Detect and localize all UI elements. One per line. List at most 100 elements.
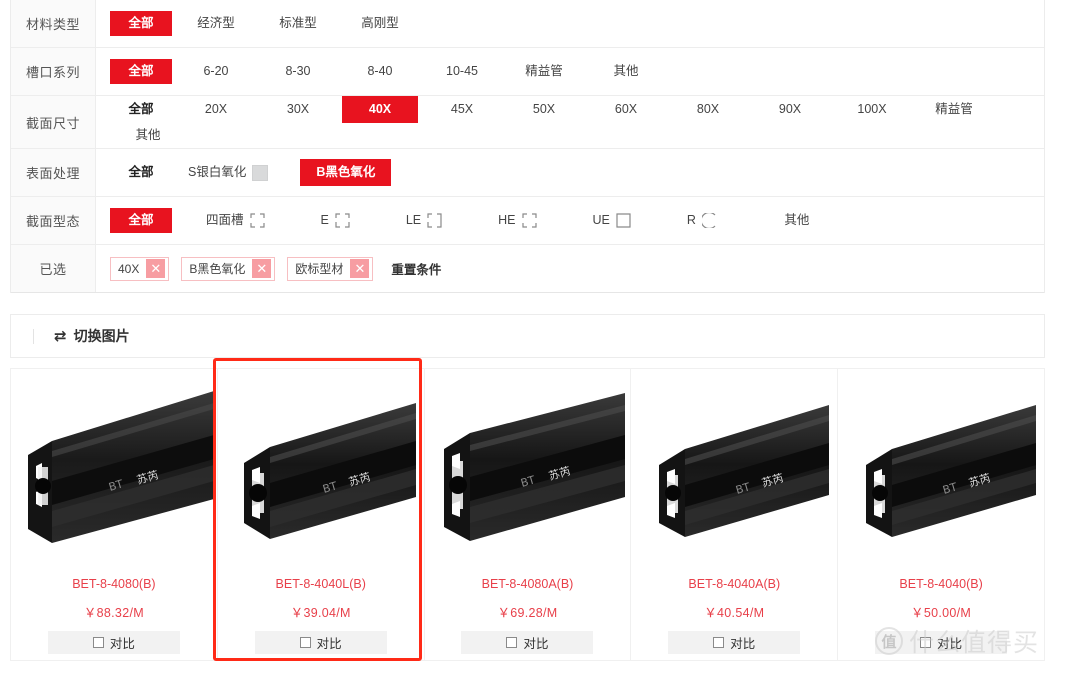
filter-option-economy[interactable]: 经济型 (178, 11, 254, 36)
product-price: ￥50.00/M (911, 606, 972, 620)
product-card[interactable]: BT 苏芮 BET-8-4040L(B) ￥39.04/M 对比 (218, 369, 425, 660)
filter-option-all[interactable]: 全部 (110, 97, 172, 122)
filter-option-other[interactable]: 其他 (588, 59, 664, 84)
filter-row-surface-treatment: 表面处理 全部 S银白氧化 B黑色氧化 (11, 149, 1044, 197)
product-title[interactable]: BET-8-4080(B) (72, 577, 155, 591)
toolbar-divider (33, 328, 34, 344)
filter-option-standard[interactable]: 标准型 (260, 11, 336, 36)
filter-option-all[interactable]: 全部 (110, 160, 172, 185)
product-grid: BT 苏芮 BET-8-4080(B) ￥88.32/M 对比 BT 苏芮 BE… (10, 368, 1045, 661)
filter-row-material-type: 材料类型 全部 经济型 标准型 高刚型 (11, 0, 1044, 48)
compare-label: 对比 (523, 637, 549, 651)
reset-filters-button[interactable]: 重置条件 (391, 259, 441, 278)
product-grid-wrap: BT 苏芮 BET-8-4080(B) ￥88.32/M 对比 BT 苏芮 BE… (10, 358, 1045, 661)
filter-option-30x[interactable]: 30X (260, 97, 336, 122)
filter-option-100x[interactable]: 100X (834, 97, 910, 122)
filter-option-all[interactable]: 全部 (110, 208, 172, 233)
aluminum-profile-image: BT 苏芮 (866, 404, 1037, 537)
product-card[interactable]: BT 苏芮 BET-8-4080A(B) ￥69.28/M 对比 (425, 369, 632, 660)
filter-option-black-anodized[interactable]: B黑色氧化 (300, 159, 392, 186)
filter-option-6-20[interactable]: 6-20 (178, 59, 254, 84)
color-swatch-silver-icon (252, 164, 269, 181)
filter-option-8-40[interactable]: 8-40 (342, 59, 418, 84)
filter-option-90x[interactable]: 90X (752, 97, 828, 122)
product-image[interactable]: BT 苏芮 (631, 373, 837, 573)
filter-option-10-45[interactable]: 10-45 (424, 59, 500, 84)
product-image[interactable]: BT 苏芮 (425, 373, 631, 573)
e-slot-shape-icon (335, 213, 350, 228)
product-image[interactable]: BT 苏芮 (11, 373, 217, 573)
close-icon[interactable]: ✕ (252, 259, 272, 278)
product-price: ￥69.28/M (497, 606, 558, 620)
product-card[interactable]: BT 苏芮 BET-8-4080(B) ￥88.32/M 对比 (11, 369, 218, 660)
checkbox-icon[interactable] (299, 637, 311, 648)
product-title[interactable]: BET-8-4040L(B) (276, 577, 366, 591)
product-image[interactable]: BT 苏芮 (218, 373, 424, 573)
filter-option-label: UE (592, 213, 610, 227)
selected-chip-label: B黑色氧化 (189, 262, 246, 276)
selected-chip[interactable]: B黑色氧化 ✕ (181, 256, 276, 281)
product-card[interactable]: BT 苏芮 BET-8-4040A(B) ￥40.54/M 对比 (631, 369, 839, 660)
filter-label: 材料类型 (11, 0, 96, 47)
filter-option-60x[interactable]: 60X (588, 97, 664, 122)
product-card[interactable]: BT 苏芮 BET-8-4040(B) ￥50.00/M 对比 (838, 369, 1045, 660)
close-icon[interactable]: ✕ (146, 259, 166, 278)
filter-options: 全部 20X 30X 40X 45X 50X 60X 80X 90X 100X … (96, 96, 1044, 148)
filter-option-all[interactable]: 全部 (110, 59, 172, 84)
filter-row-section-shape: 截面型态 全部 四面槽 E LE HE UE R 其他 (11, 197, 1044, 245)
aluminum-profile-image: BT 苏芮 (243, 402, 416, 539)
filter-options: 全部 四面槽 E LE HE UE R 其他 (96, 197, 1044, 244)
filter-option-40x[interactable]: 40X (342, 96, 418, 123)
filter-option-four-slot[interactable]: 四面槽 (196, 208, 275, 233)
filter-option-le-shape[interactable]: LE (396, 208, 452, 233)
product-price: ￥88.32/M (83, 606, 144, 620)
filter-option-high-rigidity[interactable]: 高刚型 (342, 11, 418, 36)
filter-option-other[interactable]: 其他 (759, 208, 835, 233)
compare-button[interactable]: 对比 (461, 631, 594, 654)
aluminum-profile-image: BT 苏芮 (443, 392, 625, 541)
filter-label: 截面型态 (11, 197, 96, 244)
filter-label: 已选 (11, 245, 96, 292)
selected-chip[interactable]: 40X ✕ (110, 256, 170, 281)
filter-option-8-30[interactable]: 8-30 (260, 59, 336, 84)
four-slot-shape-icon (249, 213, 265, 228)
compare-label: 对比 (730, 637, 756, 651)
filter-option-e-shape[interactable]: E (311, 208, 360, 233)
compare-label: 对比 (109, 637, 135, 651)
filter-option-50x[interactable]: 50X (506, 97, 582, 122)
product-title[interactable]: BET-8-4080A(B) (482, 577, 574, 591)
filter-option-r-shape[interactable]: R (677, 208, 727, 233)
filter-option-label: E (320, 213, 329, 227)
checkbox-icon[interactable] (506, 637, 518, 648)
filter-label: 槽口系列 (11, 48, 96, 95)
compare-button[interactable]: 对比 (47, 631, 180, 654)
filter-options: 全部 经济型 标准型 高刚型 (96, 0, 1044, 47)
selected-chips: 40X ✕ B黑色氧化 ✕ 欧标型材 ✕ 重置条件 (96, 245, 1044, 292)
filter-option-he-shape[interactable]: HE (488, 208, 546, 233)
filter-option-silver-anodized[interactable]: S银白氧化 (178, 160, 278, 186)
filter-option-45x[interactable]: 45X (424, 97, 500, 122)
filter-option-20x[interactable]: 20X (178, 97, 254, 122)
r-round-shape-icon (701, 213, 716, 228)
product-title[interactable]: BET-8-4040A(B) (688, 577, 780, 591)
watermark-text: 什么值得买 (908, 628, 1039, 657)
filter-option-lean-tube[interactable]: 精益管 (506, 59, 582, 84)
filter-option-80x[interactable]: 80X (670, 97, 746, 122)
toggle-images-label: 切换图片 (73, 328, 130, 344)
compare-button[interactable]: 对比 (668, 631, 801, 654)
checkbox-icon[interactable] (92, 637, 104, 648)
filter-option-all[interactable]: 全部 (110, 11, 172, 36)
filter-option-other[interactable]: 其他 (110, 123, 186, 148)
product-title[interactable]: BET-8-4040(B) (899, 577, 982, 591)
filter-option-lean-tube[interactable]: 精益管 (916, 97, 992, 122)
aluminum-profile-image: BT 苏芮 (27, 390, 214, 543)
filter-options: 全部 S银白氧化 B黑色氧化 (96, 149, 1044, 196)
filter-row-slot-series: 槽口系列 全部 6-20 8-30 8-40 10-45 精益管 其他 (11, 48, 1044, 96)
close-icon[interactable]: ✕ (350, 259, 370, 278)
filter-option-ue-shape[interactable]: UE (583, 208, 641, 233)
toggle-images-button[interactable]: ⇄ 切换图片 (54, 326, 130, 346)
selected-chip[interactable]: 欧标型材 ✕ (287, 256, 374, 281)
product-image[interactable]: BT 苏芮 (838, 373, 1044, 573)
compare-button[interactable]: 对比 (254, 631, 387, 654)
checkbox-icon[interactable] (713, 637, 725, 648)
